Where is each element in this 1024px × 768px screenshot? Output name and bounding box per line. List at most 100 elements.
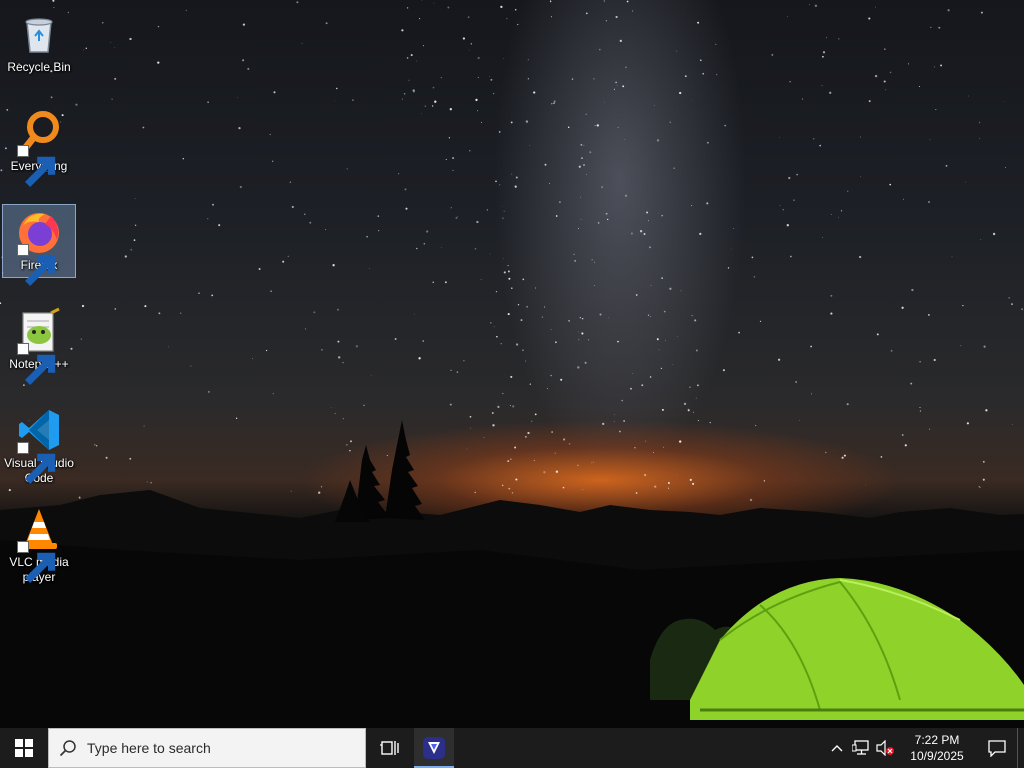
star: [527, 78, 530, 80]
star: [441, 247, 443, 249]
star: [207, 390, 210, 393]
taskbar-app-button[interactable]: [414, 728, 454, 768]
star: [801, 98, 803, 100]
star: [646, 211, 649, 214]
star: [550, 16, 552, 18]
star: [456, 371, 459, 373]
star: [305, 328, 306, 330]
star: [680, 290, 682, 292]
star: [198, 292, 200, 294]
star: [826, 37, 827, 39]
star: [403, 92, 406, 95]
search-input[interactable]: Type here to search: [48, 728, 366, 768]
star: [456, 215, 458, 217]
star: [502, 258, 504, 259]
star: [413, 91, 415, 93]
star: [594, 285, 596, 286]
star: [81, 304, 85, 308]
star: [580, 219, 582, 221]
show-desktop-button[interactable]: [1017, 728, 1024, 768]
star: [661, 214, 663, 217]
network-button[interactable]: [849, 728, 873, 768]
desktop-icon-everything[interactable]: Everything: [2, 105, 76, 187]
star: [777, 358, 781, 361]
star: [578, 339, 580, 341]
shortcut-arrow-icon: [17, 541, 56, 583]
clock-time: 7:22 PM: [914, 733, 960, 747]
star: [129, 37, 132, 41]
star: [584, 361, 587, 364]
star: [992, 232, 996, 236]
star: [342, 361, 344, 364]
desktop-icon-firefox[interactable]: Firefox: [2, 204, 76, 286]
star: [355, 345, 359, 348]
star: [158, 312, 161, 315]
star: [796, 173, 798, 176]
star: [301, 43, 303, 44]
notifications-button[interactable]: [977, 728, 1017, 768]
app-logo-icon: [423, 737, 445, 759]
star: [239, 185, 242, 189]
star: [727, 267, 730, 269]
star: [574, 260, 576, 262]
show-hidden-icons-button[interactable]: [825, 728, 849, 768]
star: [544, 163, 547, 166]
desktop-icon-vscode[interactable]: Visual Studio Code: [2, 402, 76, 491]
star: [699, 59, 702, 62]
star: [320, 348, 323, 351]
star: [510, 375, 513, 378]
clock[interactable]: 7:22 PM 10/9/2025: [897, 728, 977, 768]
star: [821, 85, 823, 86]
star: [759, 320, 762, 323]
star: [577, 228, 579, 230]
star: [779, 205, 781, 207]
star: [520, 319, 523, 322]
star: [940, 64, 943, 67]
star: [334, 100, 336, 102]
star: [500, 5, 503, 9]
star: [840, 210, 843, 212]
star: [578, 331, 580, 333]
star: [397, 173, 400, 175]
star: [445, 158, 447, 161]
star: [433, 2, 435, 4]
star: [421, 0, 423, 1]
star: [477, 56, 480, 60]
star: [510, 121, 513, 124]
star: [901, 306, 904, 309]
star: [983, 345, 986, 348]
star: [476, 110, 478, 112]
star: [309, 221, 312, 224]
shortcut-arrow-icon: [17, 442, 56, 484]
star: [114, 77, 117, 80]
star: [238, 126, 241, 130]
star: [809, 4, 811, 6]
action-center-icon: [988, 740, 1006, 757]
star: [568, 319, 571, 322]
star: [928, 201, 930, 203]
star: [525, 360, 527, 362]
star: [338, 356, 341, 359]
star: [813, 138, 815, 140]
star: [332, 264, 335, 267]
taskbar: Type here to search 7:22 PM 10/9/2025: [0, 728, 1024, 768]
star: [500, 343, 502, 345]
star: [632, 10, 634, 12]
desktop-background[interactable]: Recycle Bin Everything Firefox Notepad++…: [0, 0, 1024, 728]
volume-button[interactable]: [873, 728, 897, 768]
star: [447, 6, 450, 9]
star: [619, 39, 622, 43]
start-button[interactable]: [0, 728, 48, 768]
recycle-bin-icon: [15, 10, 63, 58]
desktop-icon-vlc[interactable]: VLC media player: [2, 501, 76, 590]
task-view-button[interactable]: [366, 728, 414, 768]
star: [814, 4, 818, 7]
desktop-icon-notepad-plus-plus[interactable]: Notepad++: [2, 303, 76, 385]
star: [448, 137, 451, 139]
star: [706, 202, 709, 205]
star: [980, 11, 983, 14]
star: [401, 98, 404, 100]
star: [85, 47, 87, 49]
desktop-icon-recycle-bin[interactable]: Recycle Bin: [2, 6, 76, 80]
star: [462, 37, 466, 40]
